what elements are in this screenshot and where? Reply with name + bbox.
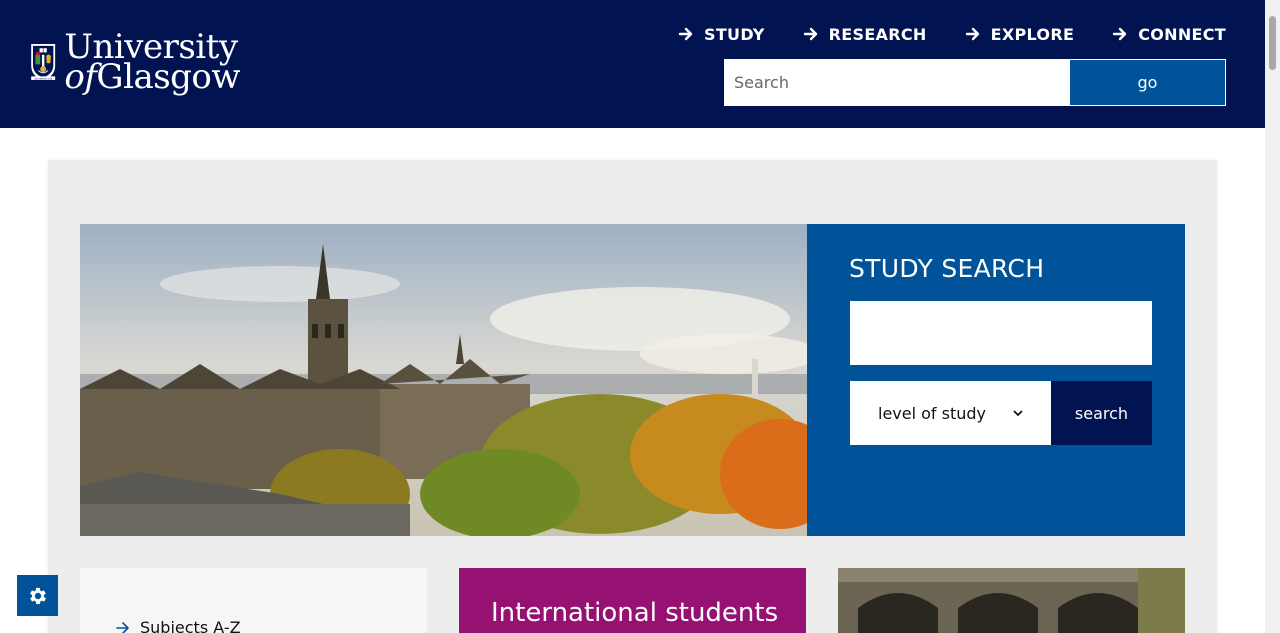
- international-students-card[interactable]: International students: [459, 568, 806, 633]
- level-of-study-value: level of study: [878, 403, 987, 423]
- arrow-right-icon: [678, 27, 693, 41]
- international-students-title: International students: [491, 598, 779, 628]
- arrow-right-icon: [116, 621, 129, 633]
- logo-line-glasgow: ofGlasgow: [64, 60, 240, 94]
- level-of-study-select[interactable]: level of study: [850, 381, 1051, 445]
- cloisters-photo: [838, 568, 1185, 633]
- nav-research-label: RESEARCH: [828, 24, 927, 44]
- study-search-title: STUDY SEARCH: [849, 254, 1045, 283]
- scrollbar-thumb[interactable]: [1269, 16, 1276, 70]
- crest-motto: VIA VERITAS VITA: [34, 77, 53, 80]
- site-search: go: [724, 59, 1226, 106]
- hero-image: [80, 224, 807, 536]
- nav-study-label: STUDY: [704, 24, 765, 44]
- arrow-right-icon: [1112, 27, 1127, 41]
- nav-connect[interactable]: CONNECT: [1112, 22, 1226, 46]
- arrow-right-icon: [965, 27, 979, 41]
- quick-links-card: Subjects A-Z: [80, 568, 427, 633]
- university-logo[interactable]: VIA VERITAS VITA University ofGlasgow: [30, 28, 240, 96]
- logo-of: of: [64, 57, 97, 97]
- study-search-input[interactable]: [850, 301, 1152, 365]
- accessibility-settings-button[interactable]: [17, 575, 58, 616]
- nav-explore[interactable]: EXPLORE: [965, 22, 1075, 46]
- nav-connect-label: CONNECT: [1138, 24, 1226, 44]
- site-header: VIA VERITAS VITA University ofGlasgow ST…: [0, 0, 1265, 128]
- crest-icon: VIA VERITAS VITA: [31, 44, 56, 80]
- main-nav: STUDY RESEARCH EXPLORE CONNECT: [678, 22, 1226, 46]
- nav-research[interactable]: RESEARCH: [803, 22, 927, 46]
- link-subjects-a-z-label: Subjects A-Z: [140, 618, 241, 633]
- arrow-right-icon: [803, 27, 817, 41]
- logo-wordmark: University ofGlasgow: [64, 30, 240, 94]
- page-scrollbar[interactable]: [1265, 0, 1280, 633]
- gear-icon: [29, 587, 46, 604]
- go-button[interactable]: go: [1069, 59, 1226, 106]
- nav-explore-label: EXPLORE: [990, 24, 1075, 44]
- link-subjects-a-z[interactable]: Subjects A-Z: [116, 618, 241, 633]
- study-search-button[interactable]: search: [1051, 381, 1152, 445]
- logo-glasgow: Glasgow: [96, 57, 240, 97]
- cloisters-photo-card[interactable]: [838, 568, 1185, 633]
- study-search-box: STUDY SEARCH level of study search: [807, 224, 1185, 536]
- campus-photo: [80, 224, 807, 536]
- nav-study[interactable]: STUDY: [678, 22, 765, 46]
- chevron-down-icon: [1013, 410, 1023, 417]
- site-search-input[interactable]: [724, 59, 1069, 106]
